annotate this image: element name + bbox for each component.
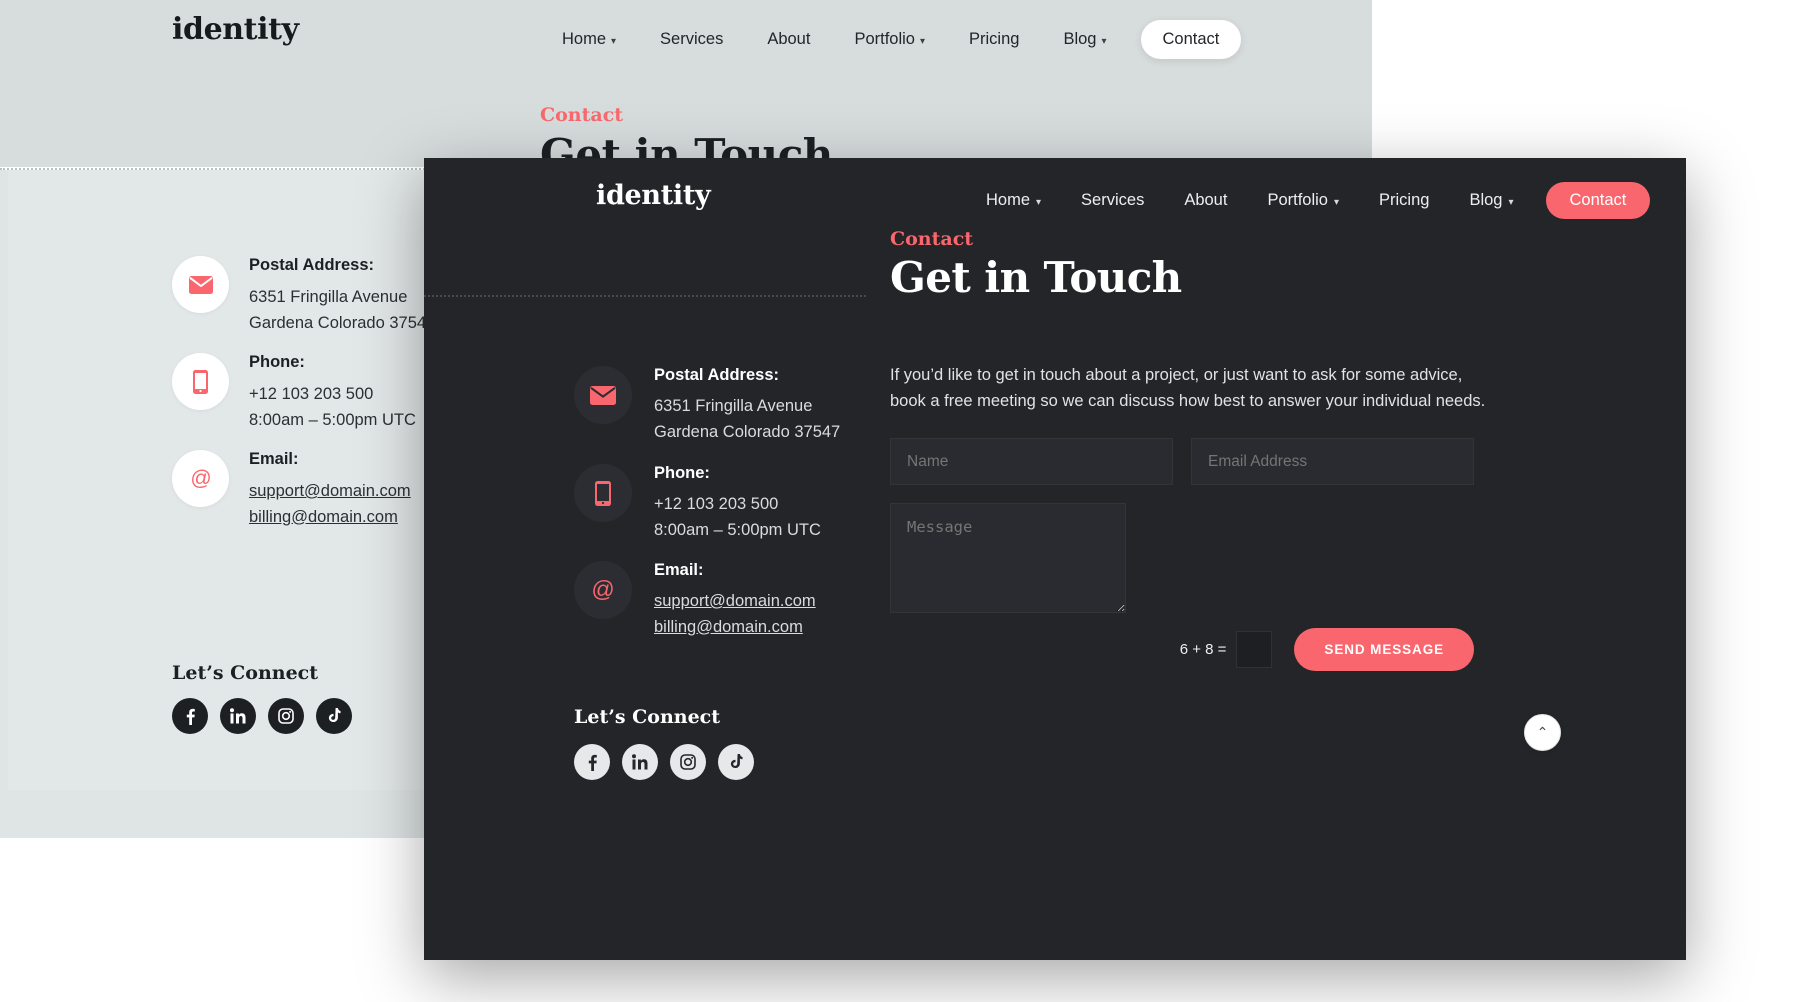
nav-item-portfolio[interactable]: Portfolio ▾ (832, 30, 947, 49)
nav-item-services[interactable]: Services (638, 30, 745, 49)
nav-item-home[interactable]: Home ▾ (540, 30, 638, 49)
mobile-phone-icon (172, 353, 229, 410)
facebook-icon[interactable] (172, 698, 208, 734)
screenshot-root: identity Home ▾ Services About Portfolio ▾… (0, 0, 1800, 1002)
dark-page-title: Get in Touch (890, 253, 1182, 302)
email-link-support[interactable]: support@domain.com (249, 482, 411, 500)
email-link-billing[interactable]: billing@domain.com (654, 618, 803, 636)
dark-nav: Home ▾ Services About Portfolio ▾ Pricing … (966, 182, 1651, 219)
linkedin-icon[interactable] (220, 698, 256, 734)
dark-intro-paragraph: If you’d like to get in touch about a pr… (890, 363, 1490, 414)
block-title: Email: (249, 450, 299, 468)
background-eyebrow: Contact (540, 104, 624, 126)
block-title: Postal Address: (249, 256, 375, 274)
block-line: 8:00am – 5:00pm UTC (654, 520, 821, 539)
nav-item-blog[interactable]: Blog ▾ (1449, 191, 1533, 210)
block-title: Postal Address: (654, 366, 780, 384)
send-message-button[interactable]: SEND MESSAGE (1294, 628, 1474, 671)
background-contact-button[interactable]: Contact (1140, 20, 1242, 59)
nav-item-portfolio[interactable]: Portfolio ▾ (1247, 191, 1359, 210)
dark-contact-block-email: @ Email: support@domain.com billing@doma… (574, 561, 816, 640)
dark-logo[interactable]: identity (587, 174, 711, 212)
tiktok-icon[interactable] (316, 698, 352, 734)
dark-eyebrow: Contact (890, 228, 974, 250)
scroll-to-top-button[interactable]: ⌃ (1524, 714, 1561, 751)
nav-item-services[interactable]: Services (1061, 191, 1164, 210)
background-social-list (172, 698, 352, 734)
facebook-icon[interactable] (574, 744, 610, 780)
background-logo[interactable]: identity (162, 8, 299, 48)
nav-item-blog[interactable]: Blog ▾ (1041, 30, 1128, 49)
dark-logo-text: identity (596, 180, 711, 211)
background-connect-title: Let’s Connect (172, 662, 319, 684)
name-input[interactable] (890, 438, 1173, 485)
mobile-phone-icon (574, 464, 632, 522)
instagram-icon[interactable] (268, 698, 304, 734)
captcha-input[interactable] (1236, 631, 1273, 668)
intro-line-2: book a free meeting so we can discuss ho… (890, 391, 1486, 410)
envelope-icon (172, 256, 229, 313)
block-line: +12 103 203 500 (654, 495, 779, 513)
block-line: 6351 Fringilla Avenue (249, 288, 408, 306)
chevron-down-icon: ▾ (1333, 197, 1340, 208)
tiktok-icon[interactable] (718, 744, 754, 780)
form-submit-row: 6 + 8 = SEND MESSAGE (890, 628, 1474, 671)
dark-contact-block-postal: Postal Address: 6351 Fringilla Avenue Ga… (574, 366, 840, 445)
dark-contact-block-phone: Phone: +12 103 203 500 8:00am – 5:00pm U… (574, 464, 821, 543)
email-input[interactable] (1191, 438, 1474, 485)
background-contact-block-email: @ Email: support@domain.com billing@doma… (172, 450, 411, 530)
linkedin-icon[interactable] (622, 744, 658, 780)
chevron-down-icon: ▾ (1036, 197, 1042, 208)
background-contact-block-phone: Phone: +12 103 203 500 8:00am – 5:00pm U… (172, 353, 416, 433)
block-line: Gardena Colorado 37547 (654, 422, 841, 441)
chevron-down-icon: ▾ (1101, 36, 1107, 47)
dark-contact-panel: identity Home ▾ Services About Portfolio ▾… (424, 158, 1686, 960)
chevron-down-icon: ▾ (919, 36, 926, 47)
svg-text:@: @ (190, 467, 211, 490)
nav-item-about[interactable]: About (1164, 191, 1247, 210)
nav-item-pricing[interactable]: Pricing (947, 30, 1041, 49)
contact-form (890, 438, 1474, 618)
nav-item-about[interactable]: About (745, 30, 832, 49)
background-logo-text: identity (172, 12, 299, 47)
instagram-icon[interactable] (670, 744, 706, 780)
chevron-down-icon: ▾ (611, 36, 617, 47)
intro-line-1: If you’d like to get in touch about a pr… (890, 366, 1463, 384)
block-title: Phone: (654, 464, 710, 482)
block-line: 6351 Fringilla Avenue (654, 397, 813, 415)
at-sign-icon: @ (172, 450, 229, 507)
dark-connect-title: Let’s Connect (574, 706, 721, 728)
at-sign-icon: @ (574, 561, 632, 619)
envelope-icon (574, 366, 632, 424)
message-textarea[interactable] (890, 503, 1126, 613)
background-contact-block-postal: Postal Address: 6351 Fringilla Avenue Ga… (172, 256, 435, 336)
block-title: Email: (654, 561, 704, 579)
block-line: 8:00am – 5:00pm UTC (249, 410, 416, 429)
dark-social-list (574, 744, 754, 780)
chevron-down-icon: ▾ (1508, 197, 1514, 208)
block-title: Phone: (249, 353, 305, 371)
captcha-question: 6 + 8 = (1179, 641, 1227, 658)
dark-contact-button[interactable]: Contact (1545, 182, 1651, 219)
svg-text:@: @ (591, 576, 614, 602)
nav-item-home[interactable]: Home ▾ (966, 191, 1061, 210)
email-link-support[interactable]: support@domain.com (654, 592, 816, 610)
email-link-billing[interactable]: billing@domain.com (249, 508, 398, 526)
background-nav: Home ▾ Services About Portfolio ▾ Pricing … (540, 20, 1242, 59)
block-line: Gardena Colorado 37547 (249, 313, 436, 332)
dark-divider (424, 295, 866, 297)
block-line: +12 103 203 500 (249, 385, 374, 403)
nav-item-pricing[interactable]: Pricing (1359, 191, 1449, 210)
